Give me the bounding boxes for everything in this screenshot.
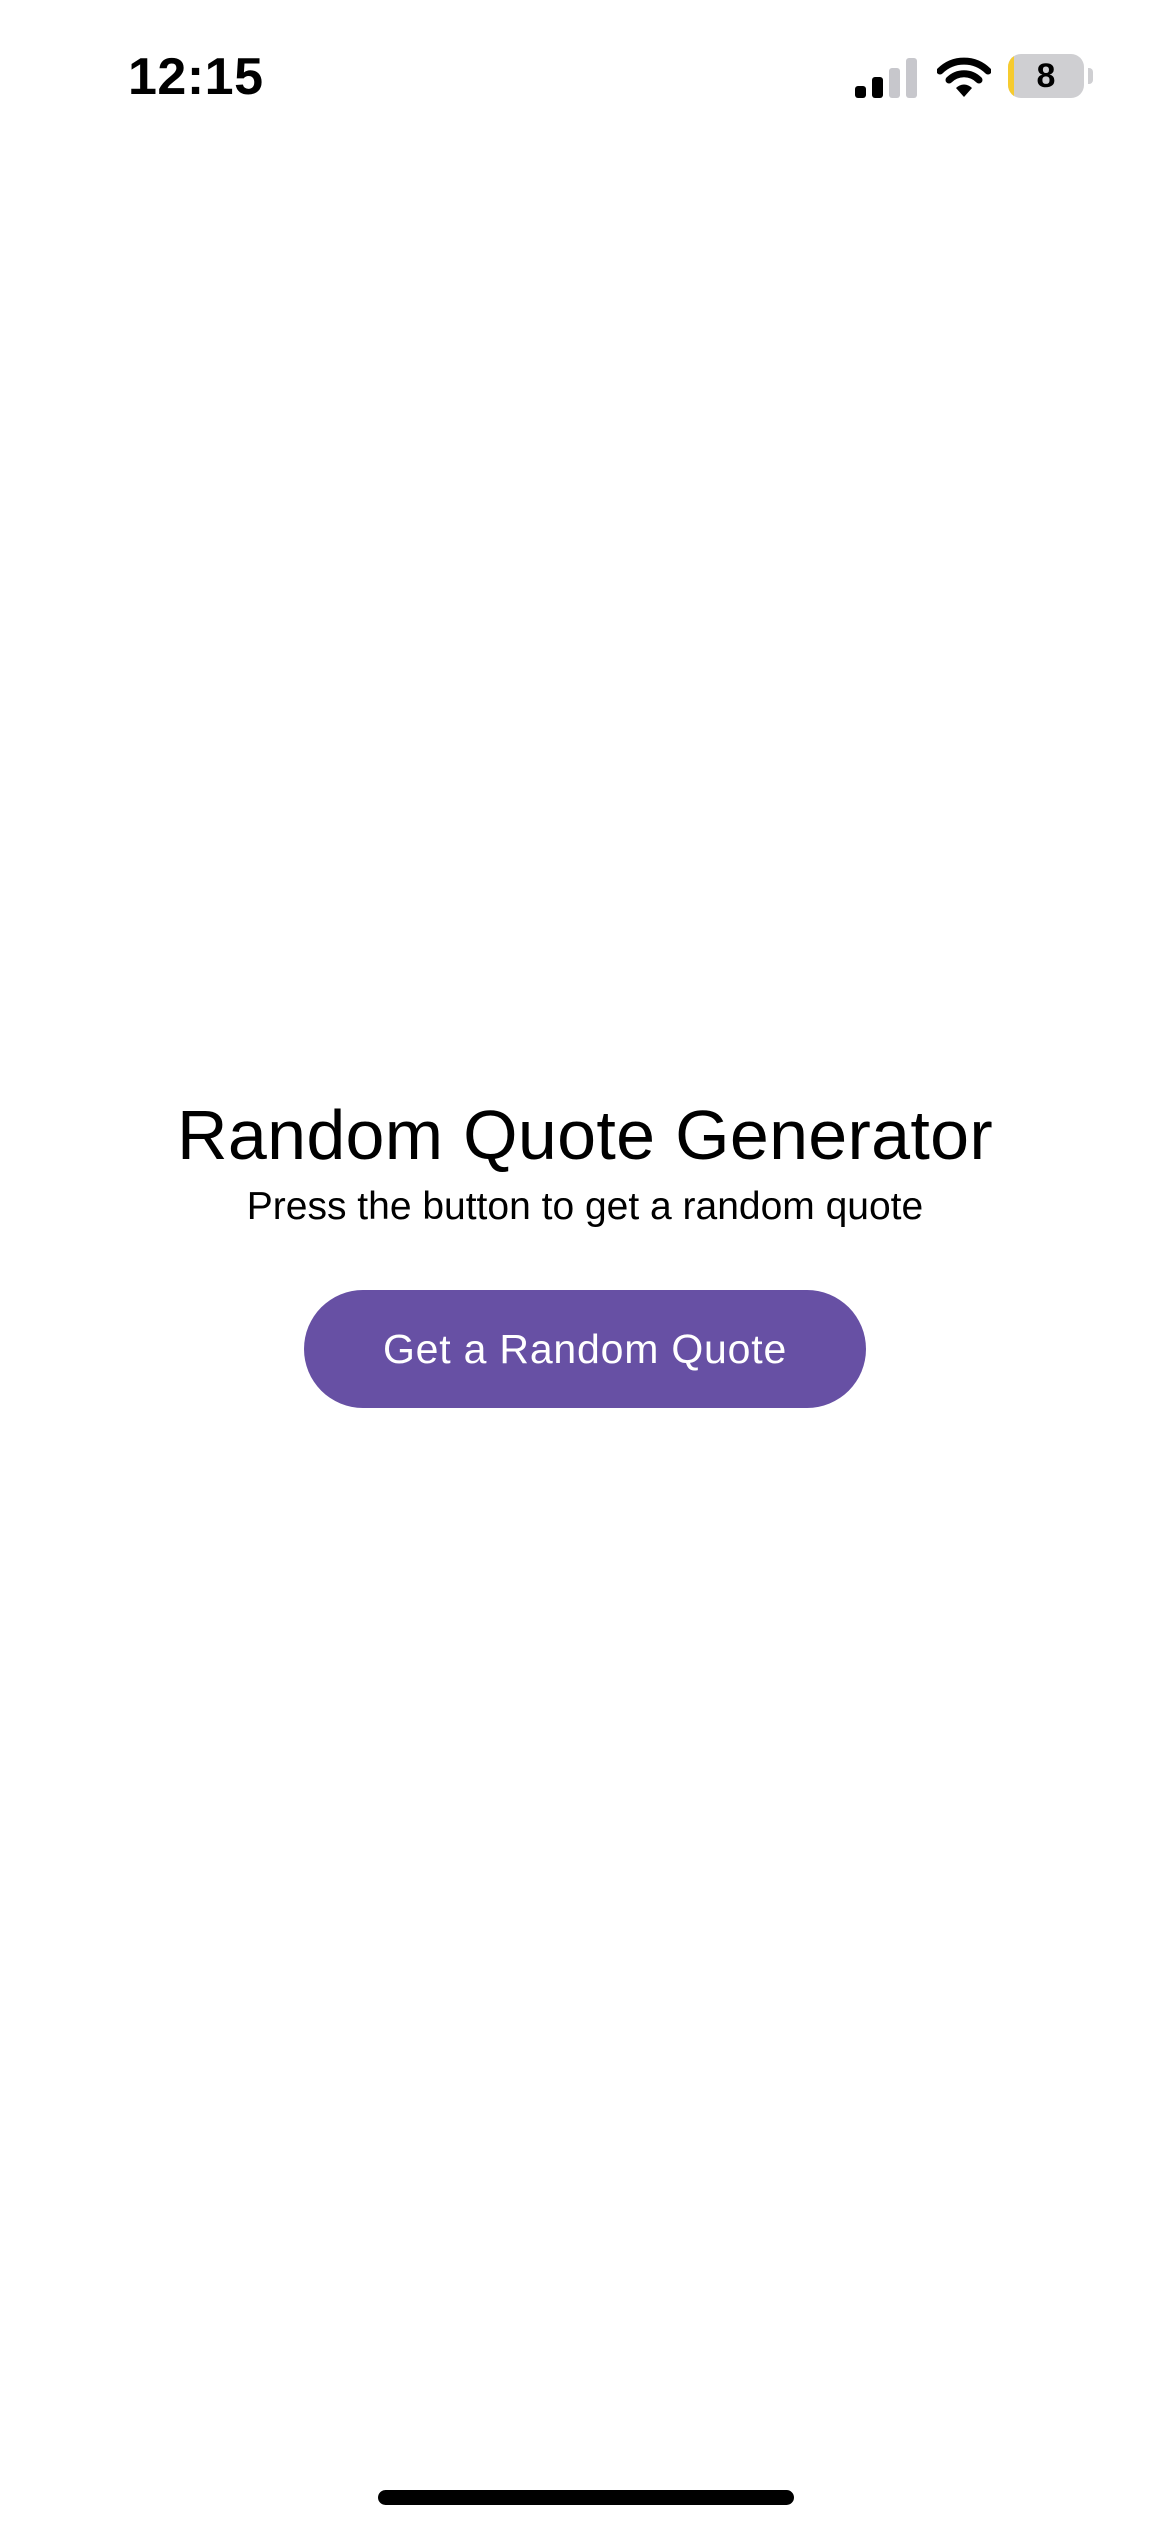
battery-icon: 8 bbox=[1008, 54, 1094, 100]
battery-level: 8 bbox=[1036, 57, 1056, 95]
page-subtitle: Press the button to get a random quote bbox=[246, 1185, 924, 1228]
main-content: Random Quote Generator Press the button … bbox=[0, 1090, 1170, 1408]
cellular-signal-icon bbox=[855, 58, 917, 98]
get-random-quote-button[interactable]: Get a Random Quote bbox=[304, 1290, 866, 1408]
status-bar: 12:15 8 bbox=[0, 0, 1170, 150]
signal-bar-4 bbox=[906, 58, 917, 98]
home-indicator[interactable] bbox=[378, 2490, 794, 2505]
battery-cap bbox=[1088, 68, 1093, 84]
signal-bar-2 bbox=[872, 77, 883, 98]
signal-bar-3 bbox=[889, 68, 900, 98]
status-time: 12:15 bbox=[128, 48, 264, 106]
battery-body: 8 bbox=[1008, 54, 1084, 98]
wifi-icon bbox=[937, 57, 991, 97]
page-title: Random Quote Generator bbox=[177, 1096, 993, 1174]
signal-bar-1 bbox=[855, 86, 866, 98]
